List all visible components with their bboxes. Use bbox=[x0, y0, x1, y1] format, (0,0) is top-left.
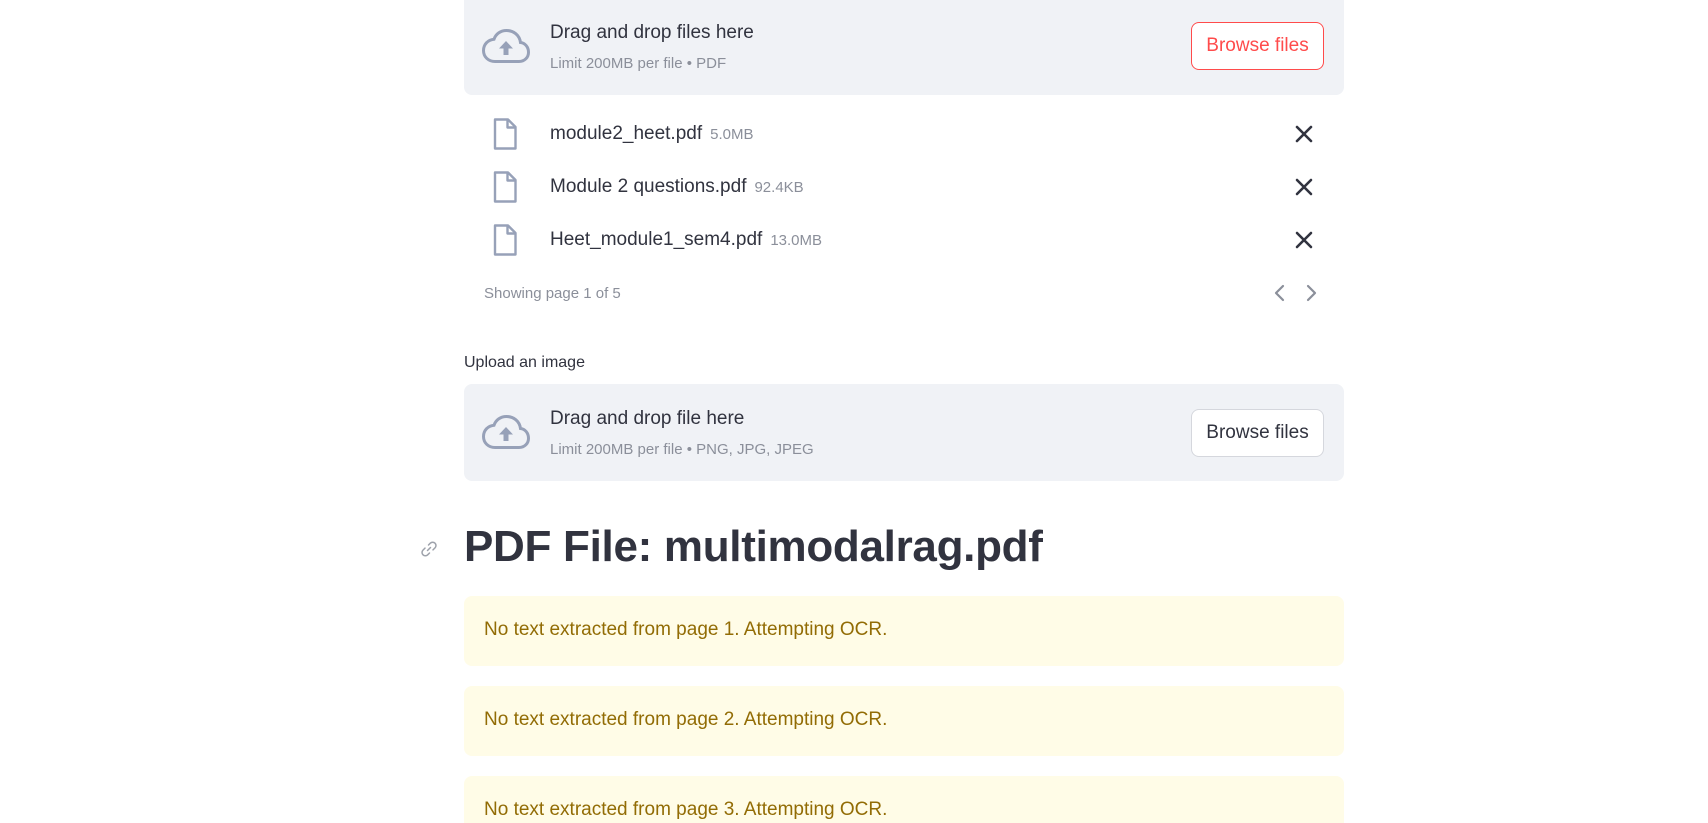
image-uploader-label: Upload an image bbox=[464, 354, 585, 371]
pdf-drop-hint: Limit 200MB per file • PDF bbox=[550, 55, 727, 72]
warning-alert: No text extracted from page 1. Attemptin… bbox=[464, 596, 1344, 666]
pdf-dropzone[interactable]: Drag and drop files here Limit 200MB per… bbox=[464, 0, 1344, 95]
cloud-upload-icon bbox=[482, 29, 530, 63]
chevron-left-icon[interactable] bbox=[1269, 282, 1291, 304]
file-name: Module 2 questions.pdf 92.4KB bbox=[550, 176, 804, 197]
file-name: Heet_module1_sem4.pdf 13.0MB bbox=[550, 229, 823, 250]
image-drop-title: Drag and drop file here bbox=[550, 408, 745, 429]
alert-text: No text extracted from page 1. Attemptin… bbox=[484, 619, 888, 640]
file-icon bbox=[493, 224, 517, 256]
close-icon[interactable] bbox=[1290, 173, 1318, 201]
file-size: 13.0MB bbox=[770, 232, 823, 249]
uploaded-file-row: module2_heet.pdf 5.0MB bbox=[464, 116, 1344, 156]
file-name: module2_heet.pdf 5.0MB bbox=[550, 123, 754, 144]
page-heading: PDF File: multimodalrag.pdf bbox=[464, 522, 1043, 571]
pagination-text: Showing page 1 of 5 bbox=[484, 285, 621, 302]
warning-alert: No text extracted from page 2. Attemptin… bbox=[464, 686, 1344, 756]
warning-alert: No text extracted from page 3. Attemptin… bbox=[464, 776, 1344, 823]
uploaded-file-row: Module 2 questions.pdf 92.4KB bbox=[464, 169, 1344, 209]
file-size: 5.0MB bbox=[710, 126, 754, 143]
link-icon[interactable] bbox=[420, 540, 438, 558]
pdf-browse-files-button[interactable]: Browse files bbox=[1191, 22, 1324, 70]
image-dropzone[interactable]: Drag and drop file here Limit 200MB per … bbox=[464, 384, 1344, 481]
image-browse-files-button[interactable]: Browse files bbox=[1191, 409, 1324, 457]
cloud-upload-icon bbox=[482, 415, 530, 449]
file-icon bbox=[493, 171, 517, 203]
alert-text: No text extracted from page 3. Attemptin… bbox=[484, 799, 888, 820]
close-icon[interactable] bbox=[1290, 226, 1318, 254]
uploaded-file-row: Heet_module1_sem4.pdf 13.0MB bbox=[464, 222, 1344, 262]
file-size: 92.4KB bbox=[754, 179, 804, 196]
pdf-drop-title: Drag and drop files here bbox=[550, 22, 754, 43]
alert-text: No text extracted from page 2. Attemptin… bbox=[484, 709, 888, 730]
file-icon bbox=[493, 118, 517, 150]
close-icon[interactable] bbox=[1290, 120, 1318, 148]
chevron-right-icon[interactable] bbox=[1300, 282, 1322, 304]
image-drop-hint: Limit 200MB per file • PNG, JPG, JPEG bbox=[550, 441, 814, 458]
